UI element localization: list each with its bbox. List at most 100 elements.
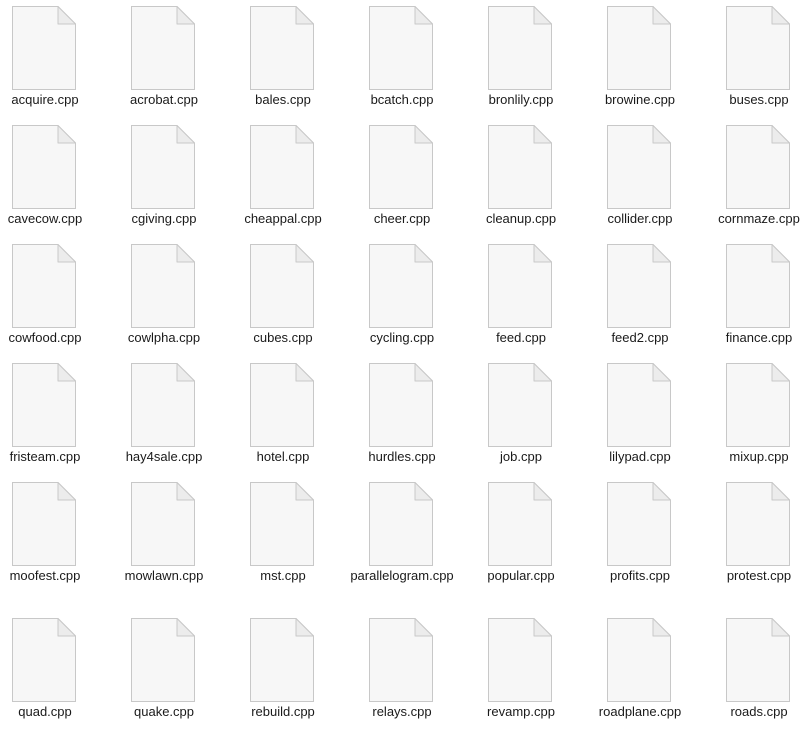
file-item[interactable]: mixup.cpp <box>700 357 802 475</box>
file-item[interactable]: acquire.cpp <box>0 0 104 118</box>
file-name: revamp.cpp <box>487 704 555 719</box>
blank-document-icon <box>12 618 76 702</box>
blank-document-icon <box>131 6 195 90</box>
file-item[interactable]: cheer.cpp <box>343 119 461 237</box>
blank-document-icon <box>250 618 314 702</box>
blank-document-icon <box>131 363 195 447</box>
file-name: cornmaze.cpp <box>718 211 800 226</box>
file-item[interactable]: revamp.cpp <box>462 612 580 730</box>
blank-document-icon <box>250 125 314 209</box>
file-item[interactable]: feed2.cpp <box>581 238 699 356</box>
blank-document-icon <box>607 244 671 328</box>
file-name: cleanup.cpp <box>485 211 557 226</box>
file-item[interactable]: bales.cpp <box>224 0 342 118</box>
file-item[interactable]: cheappal.cpp <box>224 119 342 237</box>
file-name: mixup.cpp <box>729 449 789 464</box>
file-item[interactable]: collider.cpp <box>581 119 699 237</box>
file-item[interactable]: browine.cpp <box>581 0 699 118</box>
file-name: parallelogram.cpp <box>350 568 454 583</box>
blank-document-icon <box>250 482 314 566</box>
blank-document-icon <box>250 244 314 328</box>
file-item[interactable]: lilypad.cpp <box>581 357 699 475</box>
file-item[interactable]: job.cpp <box>462 357 580 475</box>
file-item[interactable]: mowlawn.cpp <box>105 476 223 594</box>
file-name: cubes.cpp <box>253 330 313 345</box>
file-item[interactable]: cornmaze.cpp <box>700 119 802 237</box>
file-name: cowlpha.cpp <box>127 330 201 345</box>
file-item[interactable]: cowfood.cpp <box>0 238 104 356</box>
blank-document-icon <box>607 363 671 447</box>
blank-document-icon <box>369 125 433 209</box>
file-name: quad.cpp <box>18 704 72 719</box>
file-item[interactable]: cycling.cpp <box>343 238 461 356</box>
file-item[interactable]: rebuild.cpp <box>224 612 342 730</box>
blank-document-icon <box>131 244 195 328</box>
file-item[interactable]: bronlily.cpp <box>462 0 580 118</box>
blank-document-icon <box>607 618 671 702</box>
file-name: mowlawn.cpp <box>124 568 204 583</box>
blank-document-icon <box>607 6 671 90</box>
file-item[interactable]: roadplane.cpp <box>581 612 699 730</box>
file-item[interactable]: quake.cpp <box>105 612 223 730</box>
file-item[interactable]: buses.cpp <box>700 0 802 118</box>
blank-document-icon <box>12 125 76 209</box>
file-name: browine.cpp <box>604 92 676 107</box>
file-item[interactable]: bcatch.cpp <box>343 0 461 118</box>
blank-document-icon <box>607 482 671 566</box>
file-name: cheappal.cpp <box>244 211 322 226</box>
file-item[interactable]: hotel.cpp <box>224 357 342 475</box>
file-grid: acquire.cpp acrobat.cpp bales.cpp bcatch… <box>0 0 802 734</box>
file-item[interactable]: mst.cpp <box>224 476 342 594</box>
file-item[interactable]: hay4sale.cpp <box>105 357 223 475</box>
file-item[interactable]: parallelogram.cpp <box>343 476 461 594</box>
blank-document-icon <box>12 6 76 90</box>
blank-document-icon <box>726 244 790 328</box>
blank-document-icon <box>726 6 790 90</box>
file-name: feed.cpp <box>496 330 546 345</box>
blank-document-icon <box>488 618 552 702</box>
file-item[interactable]: acrobat.cpp <box>105 0 223 118</box>
file-item[interactable]: hurdles.cpp <box>343 357 461 475</box>
file-item[interactable]: fristeam.cpp <box>0 357 104 475</box>
file-item[interactable]: relays.cpp <box>343 612 461 730</box>
file-item[interactable]: protest.cpp <box>700 476 802 594</box>
file-name: finance.cpp <box>725 330 793 345</box>
file-item[interactable]: finance.cpp <box>700 238 802 356</box>
blank-document-icon <box>488 363 552 447</box>
blank-document-icon <box>607 125 671 209</box>
blank-document-icon <box>488 244 552 328</box>
file-name: acrobat.cpp <box>130 92 198 107</box>
blank-document-icon <box>12 482 76 566</box>
blank-document-icon <box>726 363 790 447</box>
file-item[interactable]: profits.cpp <box>581 476 699 594</box>
file-name: hotel.cpp <box>256 449 310 464</box>
file-name: profits.cpp <box>610 568 670 583</box>
blank-document-icon <box>488 125 552 209</box>
file-item[interactable]: popular.cpp <box>462 476 580 594</box>
file-name: cavecow.cpp <box>7 211 83 226</box>
file-item[interactable]: quad.cpp <box>0 612 104 730</box>
file-name: bales.cpp <box>255 92 311 107</box>
file-item[interactable]: cleanup.cpp <box>462 119 580 237</box>
file-name: cowfood.cpp <box>8 330 82 345</box>
file-name: cycling.cpp <box>369 330 435 345</box>
file-item[interactable]: cgiving.cpp <box>105 119 223 237</box>
file-item[interactable]: cowlpha.cpp <box>105 238 223 356</box>
file-item[interactable]: cavecow.cpp <box>0 119 104 237</box>
blank-document-icon <box>488 482 552 566</box>
file-name: roads.cpp <box>730 704 788 719</box>
file-item[interactable]: moofest.cpp <box>0 476 104 594</box>
file-name: mst.cpp <box>260 568 306 583</box>
file-item[interactable]: cubes.cpp <box>224 238 342 356</box>
file-name: relays.cpp <box>372 704 432 719</box>
file-name: cgiving.cpp <box>131 211 197 226</box>
blank-document-icon <box>12 244 76 328</box>
file-item[interactable]: feed.cpp <box>462 238 580 356</box>
file-name: roadplane.cpp <box>598 704 682 719</box>
blank-document-icon <box>131 618 195 702</box>
file-name: protest.cpp <box>726 568 792 583</box>
blank-document-icon <box>726 125 790 209</box>
file-name: collider.cpp <box>607 211 673 226</box>
file-name: hurdles.cpp <box>368 449 436 464</box>
file-item[interactable]: roads.cpp <box>700 612 802 730</box>
